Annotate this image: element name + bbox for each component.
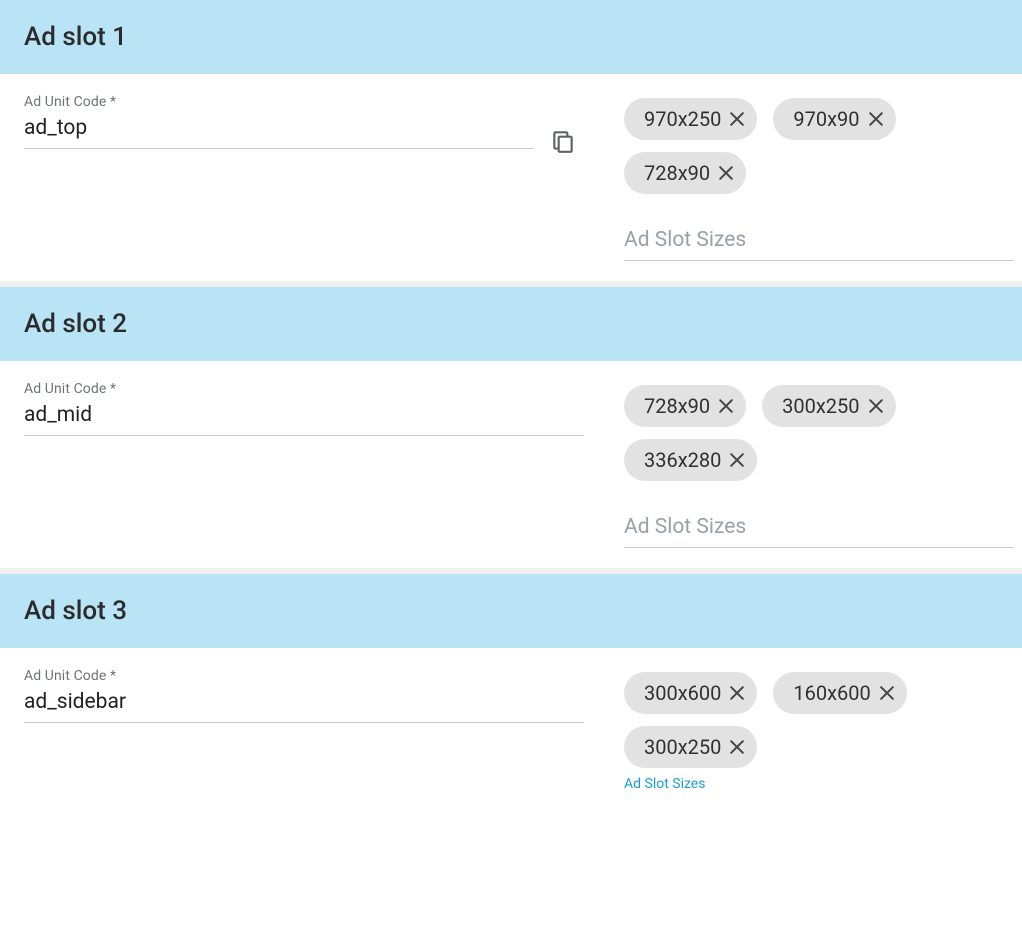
size-chip-list: 728x90 300x250 336x280	[624, 385, 1014, 481]
ad-slot-sizes-column: 970x250 970x90 728x90 Ad Slot Sizes	[592, 94, 1014, 261]
close-icon[interactable]	[866, 109, 886, 129]
size-chip-label: 336x280	[644, 448, 721, 472]
close-icon[interactable]	[727, 683, 747, 703]
size-chip-label: 160x600	[793, 681, 870, 705]
ad-slot-sizes-input[interactable]: Ad Slot Sizes	[624, 228, 1014, 261]
close-icon[interactable]	[727, 737, 747, 757]
ad-unit-code-field: Ad Unit Code *	[24, 94, 534, 149]
ad-slot-card: Ad slot 1 Ad Unit Code * 970x250 970x90 728x…	[0, 0, 1022, 281]
close-icon[interactable]	[716, 163, 736, 183]
size-chip-label: 300x250	[782, 394, 859, 418]
ad-unit-code-field: Ad Unit Code *	[24, 381, 584, 436]
size-chip: 300x600	[624, 672, 757, 714]
size-chip-label: 300x600	[644, 681, 721, 705]
ad-slot-card: Ad slot 2 Ad Unit Code * 728x90 300x250 336x…	[0, 281, 1022, 568]
copy-icon[interactable]	[542, 120, 584, 162]
ad-unit-code-input[interactable]	[24, 399, 584, 436]
ad-unit-code-field: Ad Unit Code *	[24, 668, 584, 723]
size-chip: 300x250	[624, 726, 757, 768]
ad-unit-code-column: Ad Unit Code *	[24, 668, 584, 723]
ad-slot-sizes-placeholder: Ad Slot Sizes	[624, 515, 746, 539]
ad-unit-code-label: Ad Unit Code *	[24, 668, 584, 684]
ad-unit-code-label: Ad Unit Code *	[24, 94, 534, 110]
size-chip-label: 728x90	[644, 394, 710, 418]
ad-slot-body: Ad Unit Code * 300x600 160x600 300x250 Ad Sl…	[0, 648, 1022, 792]
size-chip: 300x250	[762, 385, 895, 427]
size-chip: 336x280	[624, 439, 757, 481]
close-icon[interactable]	[877, 683, 897, 703]
size-chip-list: 970x250 970x90 728x90	[624, 98, 1014, 194]
size-chip: 728x90	[624, 385, 746, 427]
size-chip-label: 300x250	[644, 735, 721, 759]
size-chip-label: 728x90	[644, 161, 710, 185]
close-icon[interactable]	[866, 396, 886, 416]
ad-unit-code-input[interactable]	[24, 686, 584, 723]
ad-unit-code-column: Ad Unit Code *	[24, 381, 584, 436]
ad-slot-sizes-input[interactable]: Ad Slot Sizes	[624, 515, 1014, 548]
ad-slot-card: Ad slot 3Ad Unit Code *300x600160x600300…	[0, 568, 1022, 792]
size-chip: 970x90	[773, 98, 895, 140]
close-icon[interactable]	[716, 396, 736, 416]
close-icon[interactable]	[727, 109, 747, 129]
ad-slot-body: Ad Unit Code * 970x250 970x90 728x90 Ad Slot…	[0, 74, 1022, 281]
ad-slot-header: Ad slot 1	[0, 0, 1022, 74]
size-chip: 728x90	[624, 152, 746, 194]
size-chip-label: 970x90	[793, 107, 859, 131]
close-icon[interactable]	[727, 450, 747, 470]
ad-slot-header: Ad slot 3	[0, 574, 1022, 648]
ad-unit-code-input[interactable]	[24, 112, 534, 149]
size-chip-label: 970x250	[644, 107, 721, 131]
size-chip: 970x250	[624, 98, 757, 140]
size-chip: 160x600	[773, 672, 906, 714]
size-chip-list: 300x600 160x600 300x250	[624, 672, 1014, 768]
ad-slot-sizes-column: 728x90 300x250 336x280 Ad Slot Sizes	[592, 381, 1014, 548]
ad-unit-code-label: Ad Unit Code *	[24, 381, 584, 397]
ad-slot-sizes-placeholder: Ad Slot Sizes	[624, 228, 746, 252]
ad-slot-sizes-label: Ad Slot Sizes	[624, 776, 1014, 792]
ad-slot-sizes-column: 300x600 160x600 300x250 Ad Slot Sizes	[592, 668, 1014, 792]
ad-unit-code-column: Ad Unit Code *	[24, 94, 584, 162]
ad-slot-header: Ad slot 2	[0, 287, 1022, 361]
ad-slot-body: Ad Unit Code * 728x90 300x250 336x280 Ad Slo…	[0, 361, 1022, 568]
